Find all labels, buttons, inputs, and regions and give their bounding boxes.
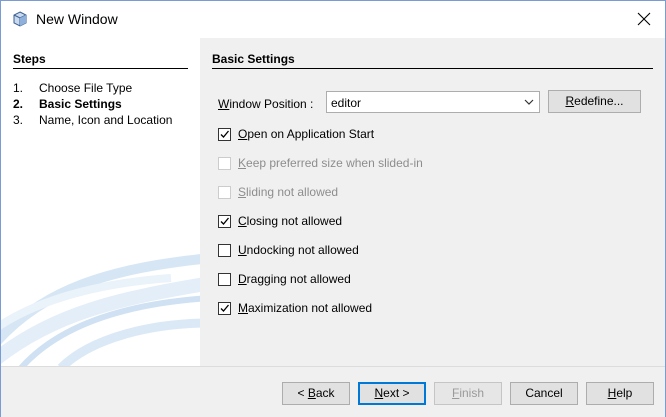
dragging-not-allowed-checkbox[interactable]: Dragging not allowed [218, 270, 351, 288]
steps-panel: Steps 1. Choose File Type 2. Basic Setting… [1, 38, 200, 366]
keep-preferred-size-checkbox: Keep preferred size when slided-in [218, 154, 423, 172]
checkbox-box [218, 156, 231, 170]
maximization-not-allowed-checkbox[interactable]: Maximization not allowed [218, 299, 372, 317]
close-button[interactable] [627, 7, 661, 33]
title-bar: New Window [1, 1, 665, 38]
panel-title: Basic Settings [212, 52, 295, 66]
next-button[interactable]: Next > [358, 382, 426, 405]
closing-not-allowed-checkbox[interactable]: Closing not allowed [218, 212, 342, 230]
step-label: Basic Settings [39, 97, 122, 111]
step-label: Choose File Type [39, 81, 133, 95]
steps-header: Steps [13, 52, 46, 66]
checkbox-box[interactable] [218, 243, 231, 257]
button-bar: < Back Next > Finish Cancel Help [1, 367, 665, 417]
step-number: 1. [13, 81, 24, 95]
checkbox-box[interactable] [218, 127, 231, 141]
checkbox-label: Dragging not allowed [238, 272, 351, 286]
window-position-label: Window Position : [218, 97, 314, 111]
step-number: 2. [13, 97, 24, 111]
help-button[interactable]: Help [586, 382, 654, 405]
window-position-value: editor [331, 96, 362, 110]
checkbox-label: Keep preferred size when slided-in [238, 156, 423, 170]
step-item-3: 3. Name, Icon and Location [13, 113, 172, 127]
sliding-not-allowed-checkbox: Sliding not allowed [218, 183, 338, 201]
finish-button: Finish [434, 382, 502, 405]
checkbox-label: Sliding not allowed [238, 185, 339, 199]
step-item-1: 1. Choose File Type [13, 81, 132, 95]
new-window-dialog: New Window Steps 1. Choose File Type 2. Ba… [0, 0, 666, 417]
chevron-down-icon [523, 96, 535, 108]
back-button[interactable]: < Back [282, 382, 350, 405]
checkbox-box[interactable] [218, 272, 231, 286]
checkbox-box [218, 185, 231, 199]
step-item-2: 2. Basic Settings [13, 97, 122, 111]
window-title: New Window [36, 11, 118, 27]
open-on-start-checkbox[interactable]: Open on Application Start [218, 125, 374, 143]
close-icon [637, 12, 651, 29]
window-position-select[interactable]: editor [326, 91, 540, 113]
step-label: Name, Icon and Location [39, 113, 173, 127]
checkbox-label: Closing not allowed [238, 214, 343, 228]
decorative-swoosh-graphic [1, 254, 200, 366]
cube-icon [12, 11, 28, 27]
checkbox-box[interactable] [218, 301, 231, 315]
checkbox-label: Open on Application Start [238, 127, 375, 141]
checkbox-box[interactable] [218, 214, 231, 228]
panel-divider [212, 68, 653, 69]
redefine-button[interactable]: Redefine... [548, 90, 641, 113]
steps-divider [13, 68, 188, 69]
settings-panel: Basic Settings Window Position : editor … [200, 38, 665, 366]
cancel-button[interactable]: Cancel [510, 382, 578, 405]
checkbox-label: Undocking not allowed [238, 243, 359, 257]
undocking-not-allowed-checkbox[interactable]: Undocking not allowed [218, 241, 359, 259]
checkbox-label: Maximization not allowed [238, 301, 373, 315]
step-number: 3. [13, 113, 24, 127]
